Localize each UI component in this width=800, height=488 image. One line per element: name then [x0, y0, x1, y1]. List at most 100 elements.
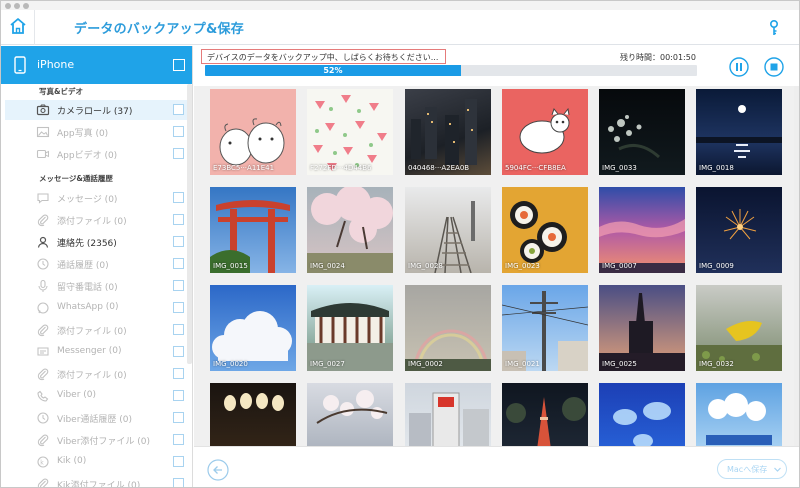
sidebar-scrollbar[interactable]: [187, 84, 192, 364]
photo-thumbnail[interactable]: [405, 383, 491, 446]
item-checkbox[interactable]: [173, 258, 184, 269]
device-header[interactable]: iPhone: [1, 46, 192, 84]
photo-grid: E73BC5···A11E41 F272FD···4D44B6 040468··…: [194, 86, 794, 446]
photo-thumbnail[interactable]: IMG_0015: [210, 187, 296, 273]
item-checkbox[interactable]: [173, 346, 184, 357]
photo-caption: IMG_0009: [699, 262, 734, 270]
back-button[interactable]: [207, 459, 229, 481]
photo-thumbnail[interactable]: F272FD···4D44B6: [307, 89, 393, 175]
message-icon: [37, 193, 49, 204]
sidebar-item-viber[interactable]: Viber (0): [5, 386, 188, 406]
device-name: iPhone: [37, 58, 75, 71]
photo-thumbnail[interactable]: 5904FC···CFB8EA: [502, 89, 588, 175]
item-checkbox[interactable]: [173, 280, 184, 291]
select-all-checkbox[interactable]: [173, 59, 185, 71]
photo-thumbnail[interactable]: [502, 383, 588, 446]
photo-thumbnail[interactable]: IMG_0032: [696, 285, 782, 371]
photo-thumbnail[interactable]: IMG_0028: [405, 187, 491, 273]
blossom-branch-image: [316, 390, 388, 424]
stop-button[interactable]: [764, 57, 784, 77]
photo-thumbnail[interactable]: IMG_0027: [307, 285, 393, 371]
item-checkbox[interactable]: [173, 368, 184, 379]
item-checkbox[interactable]: [173, 148, 184, 159]
item-checkbox[interactable]: [173, 456, 184, 467]
photo-thumbnail[interactable]: 040468···A2EA0B: [405, 89, 491, 175]
sidebar-item-viber-call-history[interactable]: Viber通話履歴 (0): [5, 408, 188, 428]
sidebar-item-whatsapp-attachments[interactable]: 添付ファイル (0): [5, 320, 188, 340]
photo-caption: IMG_0028: [408, 262, 443, 270]
photo-thumbnail[interactable]: [696, 383, 782, 446]
sidebar-item-messages[interactable]: メッセージ (0): [5, 188, 188, 208]
photo-thumbnail[interactable]: IMG_0023: [502, 187, 588, 273]
item-checkbox[interactable]: [173, 478, 184, 487]
sidebar-item-app-videos[interactable]: Appビデオ (0): [5, 144, 188, 164]
item-checkbox[interactable]: [173, 192, 184, 203]
photo-caption: IMG_0002: [408, 360, 443, 368]
sidebar-item-whatsapp[interactable]: WhatsApp (0): [5, 298, 188, 318]
item-checkbox[interactable]: [173, 324, 184, 335]
photo-thumbnail[interactable]: IMG_0021: [502, 285, 588, 371]
home-icon: [10, 18, 26, 34]
photo-thumbnail[interactable]: IMG_0009: [696, 187, 782, 273]
sidebar-item-label: Messenger (0): [57, 346, 122, 356]
cartoon-cat-image: [219, 118, 285, 166]
item-checkbox[interactable]: [173, 412, 184, 423]
status-message-box: デバイスのデータをバックアップ中、しばらくお待ちください...: [201, 49, 446, 64]
phone-icon: [14, 56, 26, 74]
sidebar-item-label: App写真 (0): [57, 129, 109, 139]
photo-thumbnail[interactable]: IMG_0020: [210, 285, 296, 371]
section-title-messages: メッセージ&通話履歴: [39, 174, 113, 183]
photo-caption: IMG_0020: [213, 360, 248, 368]
gallery-scrollbar[interactable]: [794, 86, 799, 446]
moon-over-water-image: [696, 105, 782, 158]
photo-caption: F272FD···4D44B6: [310, 164, 372, 172]
item-checkbox[interactable]: [173, 126, 184, 137]
camera-icon: [36, 104, 50, 116]
sidebar-item-viber-attachments[interactable]: Viber添付ファイル (0): [5, 430, 188, 450]
home-button[interactable]: [5, 13, 31, 39]
sidebar-item-call-history[interactable]: 通話履歴 (0): [5, 254, 188, 274]
photo-thumbnail[interactable]: IMG_0002: [405, 285, 491, 371]
sidebar-item-kik-attachments[interactable]: Kik添付ファイル (0): [5, 474, 188, 487]
sidebar-item-message-attachments[interactable]: 添付ファイル (0): [5, 210, 188, 230]
sidebar-item-contacts[interactable]: 連絡先 (2356): [5, 232, 188, 252]
pause-button[interactable]: [729, 57, 749, 77]
photo-thumbnail[interactable]: IMG_0025: [599, 285, 685, 371]
sidebar-item-app-photos[interactable]: App写真 (0): [5, 122, 188, 142]
sidebar-item-label: Kik (0): [57, 456, 87, 466]
save-to-mac-button[interactable]: Macへ保存: [717, 459, 787, 479]
photo-thumbnail[interactable]: [599, 383, 685, 446]
item-checkbox[interactable]: [173, 390, 184, 401]
photo-thumbnail[interactable]: [307, 383, 393, 446]
photo-thumbnail[interactable]: E73BC5···A11E41: [210, 89, 296, 175]
tokyo-tower-image: [506, 397, 586, 446]
photo-thumbnail[interactable]: IMG_0007: [599, 187, 685, 273]
item-checkbox[interactable]: [173, 434, 184, 445]
item-checkbox[interactable]: [173, 236, 184, 247]
sidebar-item-voicemail[interactable]: 留守番電話 (0): [5, 276, 188, 296]
photo-thumbnail[interactable]: IMG_0033: [599, 89, 685, 175]
sidebar-item-label: 添付ファイル (0): [57, 217, 127, 227]
header-divider: [34, 10, 35, 45]
item-checkbox[interactable]: [173, 302, 184, 313]
photo-thumbnail[interactable]: IMG_0018: [696, 89, 782, 175]
clock-icon: [37, 258, 49, 270]
sidebar-item-kik[interactable]: k Kik (0): [5, 452, 188, 472]
sidebar-item-label: 添付ファイル (0): [57, 371, 127, 381]
progress-percent: 52%: [323, 66, 343, 75]
zoom-window-button[interactable]: [23, 3, 29, 9]
minimize-window-button[interactable]: [14, 3, 20, 9]
photo-thumbnail[interactable]: IMG_0024: [307, 187, 393, 273]
sidebar-item-label: Viber添付ファイル (0): [57, 437, 151, 447]
time-remaining: 残り時間：00:01:50: [620, 53, 696, 62]
sidebar-item-label: カメラロール (37): [57, 107, 133, 117]
item-checkbox[interactable]: [173, 104, 184, 115]
close-window-button[interactable]: [5, 3, 11, 9]
settings-key-button[interactable]: [765, 18, 783, 38]
sidebar-item-messenger-attachments[interactable]: 添付ファイル (0): [5, 364, 188, 384]
sidebar-item-label: Viber通話履歴 (0): [57, 415, 133, 425]
item-checkbox[interactable]: [173, 214, 184, 225]
photo-thumbnail[interactable]: [210, 383, 296, 446]
sidebar-item-camera-roll[interactable]: カメラロール (37): [5, 100, 188, 120]
sidebar-item-messenger[interactable]: Messenger (0): [5, 342, 188, 362]
